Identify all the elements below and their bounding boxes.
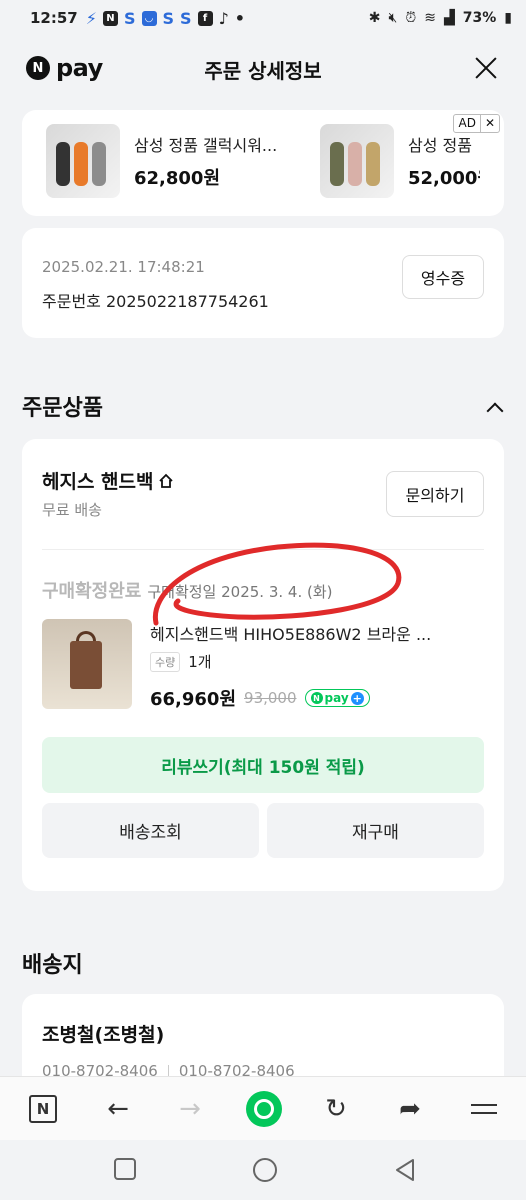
facebook-icon: f	[197, 10, 213, 26]
battery-icon: ▮	[504, 10, 512, 26]
naver-home-button[interactable]: N	[29, 1095, 57, 1123]
home-button-icon[interactable]	[253, 1158, 277, 1182]
product-image[interactable]	[42, 619, 132, 709]
receipt-button[interactable]: 영수증	[402, 255, 484, 299]
s-app-icon-2: S	[162, 8, 175, 28]
ad-item[interactable]: 삼성 정품 갤럭시워... 62,800원	[46, 124, 294, 198]
track-delivery-button[interactable]: 배송조회	[42, 803, 259, 858]
npay-plus-badge: N pay +	[304, 689, 370, 707]
ad-label: AD	[458, 116, 476, 130]
seller-name[interactable]: 헤지스 핸드백	[42, 467, 174, 494]
notification-icons: ⚡ N S ◡ S S f ♪ •	[85, 8, 246, 28]
ad-badge[interactable]: AD ✕	[453, 114, 500, 133]
browser-toolbar: N ← → ↻ ➦	[0, 1076, 526, 1140]
signal-icon: ▟	[443, 10, 455, 26]
s-app-icon: S	[123, 8, 136, 28]
shop-icon: ◡	[141, 10, 157, 26]
naver-notification-icon: N	[102, 10, 118, 26]
ad-carousel[interactable]: 삼성 정품 갤럭시워... 62,800원 삼성 정품 52,000원 AD ✕	[22, 110, 504, 216]
system-status: ✱ 🔇︎ ⏰︎ ≋ ▟ 73% ▮	[369, 10, 512, 26]
order-product-card: 헤지스 핸드백 무료 배송 문의하기 구매확정완료 구매확정일 2025. 3.…	[22, 439, 504, 891]
refresh-icon[interactable]: ↻	[320, 1093, 352, 1125]
ad-product-image	[46, 124, 120, 198]
page-header: N pay 주문 상세정보	[0, 36, 526, 102]
purchase-confirm-date: 구매확정일 2025. 3. 4. (화)	[147, 583, 333, 601]
npay-circle-icon: N	[310, 692, 323, 704]
order-status-label: 구매확정완료	[42, 581, 142, 602]
dot-icon: •	[234, 8, 246, 28]
menu-icon[interactable]	[468, 1093, 500, 1125]
page-title: 주문 상세정보	[204, 58, 322, 83]
divider	[42, 549, 484, 550]
ad-product-price: 52,000원	[408, 168, 480, 189]
section-title-shipping: 배송지	[22, 953, 83, 978]
green-dot-icon[interactable]	[246, 1091, 282, 1127]
bluetooth-icon: ✱	[368, 10, 381, 26]
wifi-icon: ≋	[424, 10, 436, 26]
quantity-row: 수량 1개	[150, 651, 212, 672]
write-review-button[interactable]: 리뷰쓰기(최대 150원 적립)	[42, 737, 484, 793]
forward-arrow-icon[interactable]: →	[174, 1093, 206, 1125]
reorder-button[interactable]: 재구매	[267, 803, 484, 858]
back-triangle-icon[interactable]	[393, 1158, 417, 1182]
battery-level: 73%	[462, 10, 497, 26]
quantity-value: 1개	[188, 653, 212, 671]
ad-product-name: 삼성 정품	[408, 136, 472, 155]
ad-item[interactable]: 삼성 정품 52,000원	[320, 124, 480, 198]
seller-name-text: 헤지스 핸드백	[42, 471, 154, 493]
ad-close-icon[interactable]: ✕	[479, 115, 499, 132]
order-number: 주문번호 2025022187754261	[42, 292, 269, 311]
system-nav-bar	[0, 1140, 526, 1200]
recent-apps-icon[interactable]	[114, 1158, 136, 1180]
ad-product-image	[320, 124, 394, 198]
chevron-up-icon[interactable]	[486, 400, 502, 416]
bolt-icon: ⚡	[85, 8, 97, 28]
original-price: 93,000	[244, 689, 297, 707]
share-icon[interactable]: ➦	[394, 1093, 426, 1125]
product-name[interactable]: 헤지스핸드백 HIHO5E886W2 브라운 ...	[150, 621, 484, 645]
npay-plus-label: pay	[324, 691, 349, 705]
status-bar: 12:57 ⚡ N S ◡ S S f ♪ • ✱ 🔇︎ ⏰︎ ≋ ▟ 73% …	[0, 0, 526, 36]
s-app-icon-3: S	[180, 8, 192, 28]
product-price: 66,960원	[150, 689, 237, 710]
mute-icon: 🔇︎	[388, 10, 398, 26]
price-row: 66,960원 93,000 N pay +	[150, 685, 370, 711]
tiktok-icon: ♪	[218, 8, 229, 28]
delivery-fee-text: 무료 배송	[42, 501, 102, 519]
quantity-label: 수량	[150, 651, 181, 672]
recipient-name: 조병철(조병철)	[42, 1024, 165, 1046]
npay-logo-text: pay	[56, 54, 103, 82]
section-title-products: 주문상품	[22, 396, 103, 421]
plus-icon: +	[350, 691, 364, 705]
alarm-icon: ⏰︎	[405, 10, 417, 26]
order-datetime: 2025.02.21. 17:48:21	[42, 258, 205, 276]
order-info-card: 2025.02.21. 17:48:21 주문번호 20250221877542…	[22, 228, 504, 338]
ad-product-price: 62,800원	[134, 168, 221, 189]
back-arrow-icon[interactable]: ←	[102, 1093, 134, 1125]
npay-logo[interactable]: N pay	[26, 54, 103, 82]
home-icon	[158, 473, 173, 488]
ad-product-name: 삼성 정품 갤럭시워...	[134, 136, 278, 155]
status-time: 12:57	[30, 9, 78, 27]
npay-circle-icon: N	[26, 56, 50, 80]
close-icon[interactable]	[472, 54, 500, 82]
order-status: 구매확정완료 구매확정일 2025. 3. 4. (화)	[42, 577, 333, 603]
inquiry-button[interactable]: 문의하기	[386, 471, 484, 517]
